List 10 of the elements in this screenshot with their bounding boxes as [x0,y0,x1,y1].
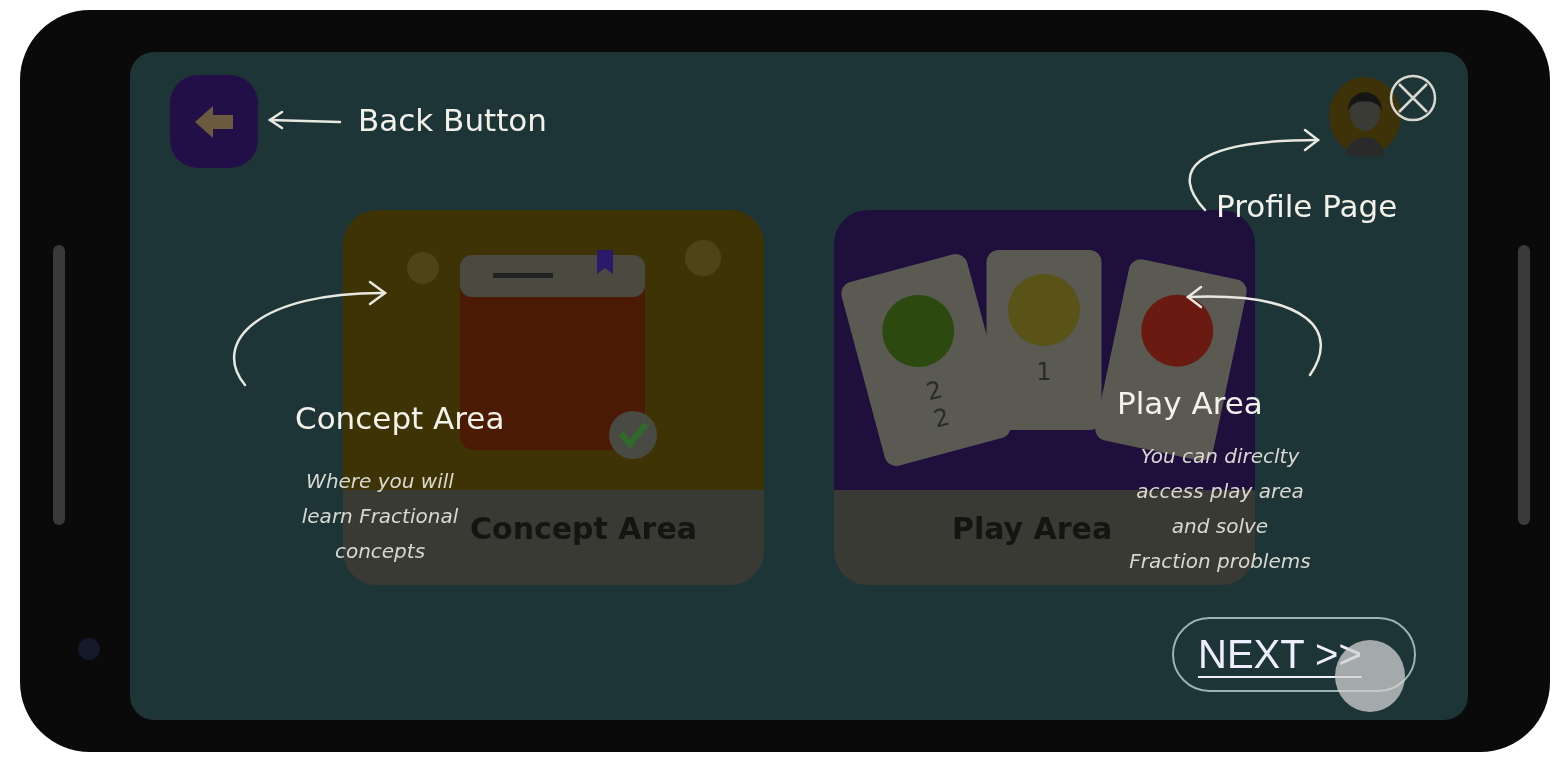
back-arrow-icon [193,103,235,140]
back-button[interactable] [170,75,258,168]
callout-label: Concept Area [295,400,505,436]
avatar-icon[interactable] [1328,76,1402,156]
callout-label: Back Button [358,102,547,138]
camera-dot [78,638,100,660]
close-icon[interactable] [1388,73,1438,123]
callout-label: Play Area [1117,385,1263,421]
callout-label: Profile Page [1216,188,1398,224]
callout-description: Where you will learn Fractional concepts [301,468,459,565]
